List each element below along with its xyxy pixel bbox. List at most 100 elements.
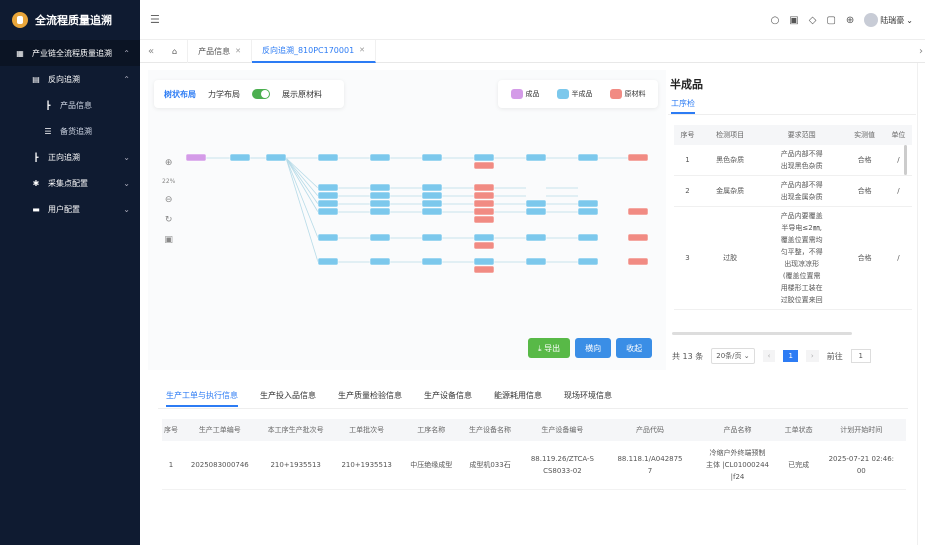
force-layout-tab[interactable]: 力学布局 — [208, 89, 240, 100]
graph-node[interactable] — [369, 191, 391, 200]
graph-node[interactable] — [317, 233, 339, 242]
graph-node[interactable] — [421, 191, 443, 200]
info-tab[interactable]: 生产质量检验信息 — [338, 390, 402, 407]
graph-node[interactable] — [317, 199, 339, 208]
globe-icon[interactable]: ⊕ — [846, 15, 854, 26]
graph-node[interactable] — [627, 153, 649, 162]
menu-fold-icon[interactable]: ☰ — [150, 13, 160, 26]
bell-icon[interactable]: ◇ — [809, 15, 817, 26]
graph-node[interactable] — [473, 183, 495, 192]
graph-node[interactable] — [317, 257, 339, 266]
graph-node[interactable] — [473, 265, 495, 274]
graph-node[interactable] — [369, 233, 391, 242]
goto-input[interactable]: 1 — [850, 349, 871, 363]
close-icon[interactable]: ✕ — [235, 47, 241, 55]
graph-node[interactable] — [473, 207, 495, 216]
graph-node[interactable] — [265, 153, 287, 162]
refresh-icon[interactable]: ↻ — [165, 215, 173, 225]
graph-node[interactable] — [525, 199, 547, 208]
table-row[interactable]: 1 2025083000746 210+1935513 210+1935513 中压绝缘… — [162, 441, 906, 490]
graph-node[interactable] — [229, 153, 251, 162]
graph-node[interactable] — [369, 199, 391, 208]
graph-node[interactable] — [369, 257, 391, 266]
graph-node[interactable] — [627, 257, 649, 266]
sidebar-item-user-config[interactable]: ▬ 用户配置 ⌄ — [0, 196, 140, 222]
export-button[interactable]: ⤓ 导出 — [528, 338, 571, 358]
next-page-button[interactable]: › — [805, 350, 819, 362]
horizontal-button[interactable]: 横向 — [575, 338, 612, 358]
tabs-next-icon[interactable]: › — [919, 46, 923, 57]
collapse-button[interactable]: 收起 — [616, 338, 653, 358]
graph-node[interactable] — [577, 207, 599, 216]
sidebar-item-forward-trace[interactable]: ┣ 正向追溯 ⌄ — [0, 144, 140, 170]
page-size-select[interactable]: 20条/页 ⌄ — [711, 348, 755, 364]
graph-node[interactable] — [473, 191, 495, 200]
graph-node[interactable] — [577, 199, 599, 208]
graph-node[interactable] — [577, 257, 599, 266]
tree-layout-tab[interactable]: 树状布局 — [164, 89, 196, 100]
page-scrollbar[interactable] — [917, 63, 925, 545]
sidebar-item-reverse-trace[interactable]: ▤ 反向追溯 ⌃ — [0, 66, 140, 92]
graph-node[interactable] — [627, 207, 649, 216]
zoom-out-icon[interactable]: ⊖ — [165, 195, 173, 205]
graph-node[interactable] — [473, 199, 495, 208]
graph-node[interactable] — [317, 153, 339, 162]
graph-node[interactable] — [369, 183, 391, 192]
graph-node[interactable] — [421, 257, 443, 266]
graph-node[interactable] — [186, 153, 207, 162]
info-tab[interactable]: 现场环境信息 — [564, 390, 612, 407]
prev-page-button[interactable]: ‹ — [762, 350, 776, 362]
graph-node[interactable] — [525, 153, 547, 162]
info-tab[interactable]: 生产设备信息 — [424, 390, 472, 407]
graph-node[interactable] — [473, 161, 495, 170]
graph-node[interactable] — [577, 153, 599, 162]
sidebar-item-collection-config[interactable]: ✱ 采集点配置 ⌄ — [0, 170, 140, 196]
graph-node[interactable] — [317, 191, 339, 200]
graph-node[interactable] — [421, 153, 443, 162]
search-icon[interactable]: ○ — [771, 15, 780, 26]
trace-graph[interactable] — [186, 150, 656, 320]
graph-node[interactable] — [525, 233, 547, 242]
table-row[interactable]: 3 过胶 产品内要覆盖 半导电≤2㎜, 覆盖位置需均 匀平整，不得 出现凉凉形 (覆盖位置需用… — [674, 206, 912, 310]
vertical-scrollbar[interactable] — [904, 145, 907, 175]
graph-node[interactable] — [421, 199, 443, 208]
table-row[interactable]: 1 黑色杂质 产品内部不得 出现黑色杂质 合格 / — [674, 145, 912, 176]
tab-reverse-trace[interactable]: 反向追溯_810PC170001 ✕ — [251, 39, 377, 63]
graph-node[interactable] — [577, 233, 599, 242]
tab-process-inspection[interactable]: 工序检 — [671, 98, 695, 114]
graph-node[interactable] — [473, 233, 495, 242]
graph-node[interactable] — [627, 233, 649, 242]
tab-home[interactable]: ⌂ — [162, 39, 189, 63]
graph-node[interactable] — [317, 207, 339, 216]
graph-node[interactable] — [525, 257, 547, 266]
graph-node[interactable] — [421, 233, 443, 242]
close-icon[interactable]: ✕ — [359, 46, 365, 54]
sidebar-item-stock-trace[interactable]: ☰ 备货追溯 — [0, 118, 140, 144]
graph-node[interactable] — [473, 215, 495, 224]
graph-node[interactable] — [317, 183, 339, 192]
graph-node[interactable] — [369, 207, 391, 216]
info-tab[interactable]: 能源耗用信息 — [494, 390, 542, 407]
graph-node[interactable] — [473, 257, 495, 266]
tabs-prev-icon[interactable]: « — [140, 46, 162, 57]
info-tab[interactable]: 生产工单与执行信息 — [166, 390, 238, 407]
graph-node[interactable] — [473, 241, 495, 250]
screen-icon[interactable]: ▢ — [826, 15, 835, 26]
sidebar-item-chain-trace[interactable]: ▦ 产业链全流程质量追溯 ⌃ — [0, 40, 140, 66]
info-tab[interactable]: 生产投入品信息 — [260, 390, 316, 407]
graph-node[interactable] — [525, 207, 547, 216]
user-menu[interactable]: 陆瑞豪 ⌄ — [864, 13, 913, 27]
graph-node[interactable] — [473, 153, 495, 162]
graph-node[interactable] — [421, 183, 443, 192]
doc-icon[interactable]: ▣ — [789, 15, 798, 26]
horizontal-scrollbar[interactable] — [672, 332, 852, 335]
page-number[interactable]: 1 — [783, 350, 798, 362]
sidebar-item-product-info[interactable]: ┣ 产品信息 — [0, 92, 140, 118]
image-icon[interactable]: ▣ — [164, 235, 173, 245]
graph-node[interactable] — [421, 207, 443, 216]
tab-product-info[interactable]: 产品信息 ✕ — [188, 39, 252, 63]
show-raw-material-switch[interactable] — [252, 89, 270, 99]
graph-node[interactable] — [369, 153, 391, 162]
table-row[interactable]: 2 金属杂质 产品内部不得 出现金属杂质 合格 / — [674, 175, 912, 207]
zoom-in-icon[interactable]: ⊕ — [165, 158, 173, 168]
